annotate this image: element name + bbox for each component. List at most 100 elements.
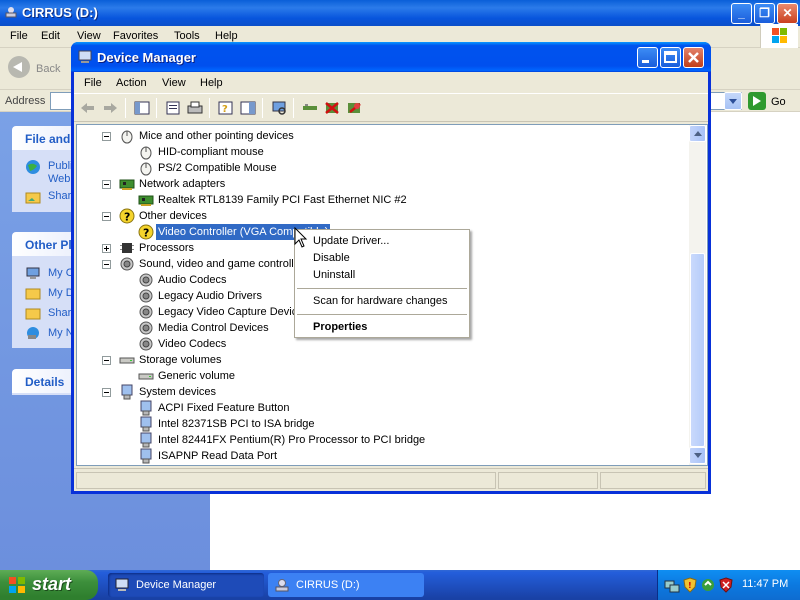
device-label[interactable]: Other devices xyxy=(137,208,209,224)
help-icon[interactable]: ? xyxy=(217,100,235,116)
device-manager-title-bar[interactable]: Device Manager xyxy=(71,42,711,72)
security-shield-icon[interactable]: ! xyxy=(682,577,698,593)
device-row[interactable]: Realtek RTL8139 Family PCI Fast Ethernet… xyxy=(77,192,687,208)
device-row[interactable]: Generic volume xyxy=(77,368,687,384)
collapse-icon[interactable] xyxy=(102,260,111,269)
dm-menu-view[interactable]: View xyxy=(162,77,186,89)
context-menu-item[interactable]: Disable xyxy=(295,250,469,267)
device-label[interactable]: Intel 82441FX Pentium(R) Pro Processor t… xyxy=(156,432,427,448)
explorer-title-bar[interactable]: CIRRUS (D:) xyxy=(0,0,800,26)
device-label[interactable]: ACPI Fixed Feature Button xyxy=(156,400,291,416)
device-row[interactable]: Intel 82441FX Pentium(R) Pro Processor t… xyxy=(77,432,687,448)
expand-icon[interactable] xyxy=(102,244,111,253)
device-category-row[interactable]: System devices xyxy=(77,384,687,400)
device-label[interactable]: System devices xyxy=(137,384,218,400)
tree-vertical-scrollbar[interactable] xyxy=(689,125,706,465)
properties-icon[interactable] xyxy=(164,100,182,116)
device-label[interactable]: Storage volumes xyxy=(137,352,224,368)
place-shared[interactable]: Shar xyxy=(48,307,71,319)
place-my-computer[interactable]: My C xyxy=(48,267,74,279)
back-button-label[interactable]: Back xyxy=(36,63,60,75)
menu-tools[interactable]: Tools xyxy=(174,30,200,42)
task-publish[interactable]: Publi xyxy=(48,160,72,172)
start-button[interactable]: start xyxy=(0,570,98,600)
device-row[interactable]: Intel 82371SB PCI to ISA bridge xyxy=(77,416,687,432)
go-arrow-icon[interactable] xyxy=(748,92,766,110)
show-hide-action-pane-icon[interactable] xyxy=(239,100,257,116)
device-category-row[interactable]: Mice and other pointing devices xyxy=(77,128,687,144)
dm-close-button[interactable] xyxy=(683,47,704,68)
device-label[interactable]: Media Control Devices xyxy=(156,320,271,336)
device-label[interactable]: Legacy Audio Drivers xyxy=(156,288,264,304)
dm-menu-help[interactable]: Help xyxy=(200,77,223,89)
device-row[interactable]: Video Codecs xyxy=(77,336,687,352)
scroll-down-icon[interactable] xyxy=(689,447,706,464)
dm-menu-file[interactable]: File xyxy=(84,77,102,89)
device-label[interactable]: Mice and other pointing devices xyxy=(137,128,296,144)
network-tray-icon[interactable] xyxy=(664,577,680,593)
back-arrow-icon[interactable] xyxy=(79,100,97,116)
uninstall-icon[interactable] xyxy=(323,100,341,116)
context-menu-item[interactable]: Uninstall xyxy=(295,267,469,284)
menu-file[interactable]: File xyxy=(10,30,28,42)
maximize-button[interactable]: ❐ xyxy=(754,3,775,24)
update-driver-icon[interactable] xyxy=(301,100,319,116)
device-label[interactable]: Video Codecs xyxy=(156,336,228,352)
device-label[interactable]: Legacy Video Capture Devices xyxy=(156,304,311,320)
collapse-icon[interactable] xyxy=(102,180,111,189)
device-category-row[interactable]: Storage volumes xyxy=(77,352,687,368)
disable-icon[interactable] xyxy=(345,100,363,116)
forward-arrow-icon[interactable] xyxy=(101,100,119,116)
update-tray-icon[interactable] xyxy=(700,577,716,593)
device-row[interactable]: ISAPNP Read Data Port xyxy=(77,448,687,464)
device-label[interactable]: ISAPNP Read Data Port xyxy=(156,448,279,464)
device-label[interactable]: Network adapters xyxy=(137,176,227,192)
context-menu-item[interactable]: Update Driver... xyxy=(295,233,469,250)
context-menu-item[interactable]: Scan for hardware changes xyxy=(295,293,469,310)
minimize-button[interactable]: _ xyxy=(731,3,752,24)
task-share[interactable]: Shar xyxy=(48,190,71,202)
device-category-row[interactable]: ? Other devices xyxy=(77,208,687,224)
context-menu-item[interactable]: Properties xyxy=(295,319,469,336)
scan-hardware-icon[interactable] xyxy=(270,100,288,116)
device-label[interactable]: Intel 82371SB PCI to ISA bridge xyxy=(156,416,317,432)
dm-minimize-button[interactable] xyxy=(637,47,658,68)
back-arrow-icon[interactable] xyxy=(8,56,30,78)
device-label[interactable]: Processors xyxy=(137,240,196,256)
show-hide-console-tree-icon[interactable] xyxy=(133,100,151,116)
dm-maximize-button[interactable] xyxy=(660,47,681,68)
address-dropdown-icon[interactable] xyxy=(724,92,742,110)
scroll-thumb[interactable] xyxy=(690,253,705,447)
menu-view[interactable]: View xyxy=(77,30,101,42)
menu-edit[interactable]: Edit xyxy=(41,30,60,42)
scroll-up-icon[interactable] xyxy=(689,125,706,142)
device-category-row[interactable]: Network adapters xyxy=(77,176,687,192)
device-label[interactable]: HID-compliant mouse xyxy=(156,144,266,160)
print-icon[interactable] xyxy=(186,100,204,116)
taskbar-cirrus-drive[interactable]: CIRRUS (D:) xyxy=(268,573,424,597)
alert-shield-icon[interactable] xyxy=(718,577,734,593)
task-web[interactable]: Web xyxy=(48,173,70,185)
my-network-icon xyxy=(27,327,39,339)
go-button-label[interactable]: Go xyxy=(771,96,786,108)
device-row[interactable]: ACPI Fixed Feature Button xyxy=(77,400,687,416)
device-row[interactable]: PS/2 Compatible Mouse xyxy=(77,160,687,176)
collapse-icon[interactable] xyxy=(102,356,111,365)
device-label[interactable]: Sound, video and game controllers xyxy=(137,256,311,272)
collapse-icon[interactable] xyxy=(102,132,111,141)
menu-help[interactable]: Help xyxy=(215,30,238,42)
svg-text:!: ! xyxy=(688,581,692,590)
device-row[interactable]: HID-compliant mouse xyxy=(77,144,687,160)
collapse-icon[interactable] xyxy=(102,388,111,397)
place-my-network[interactable]: My N xyxy=(48,327,74,339)
device-label[interactable]: Audio Codecs xyxy=(156,272,229,288)
collapse-icon[interactable] xyxy=(102,212,111,221)
dm-menu-action[interactable]: Action xyxy=(116,77,147,89)
device-label[interactable]: Realtek RTL8139 Family PCI Fast Ethernet… xyxy=(156,192,409,208)
device-label[interactable]: Generic volume xyxy=(156,368,237,384)
close-button[interactable]: ✕ xyxy=(777,3,798,24)
device-label[interactable]: PS/2 Compatible Mouse xyxy=(156,160,279,176)
place-my-documents[interactable]: My D xyxy=(48,287,74,299)
taskbar-device-manager[interactable]: Device Manager xyxy=(108,573,264,597)
menu-favorites[interactable]: Favorites xyxy=(113,30,158,42)
